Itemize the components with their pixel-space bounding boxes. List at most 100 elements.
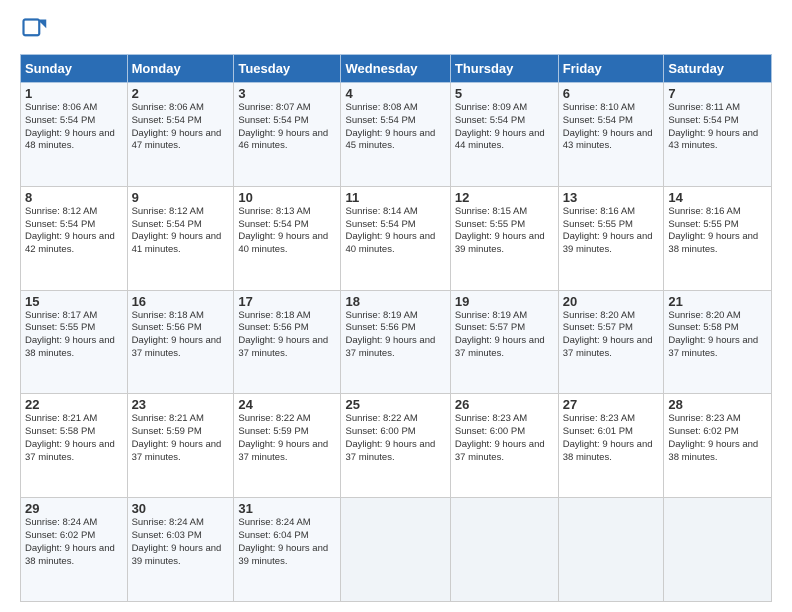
- day-number: 19: [455, 294, 554, 309]
- calendar-cell: 26 Sunrise: 8:23 AMSunset: 6:00 PMDaylig…: [450, 394, 558, 498]
- calendar-table: SundayMondayTuesdayWednesdayThursdayFrid…: [20, 54, 772, 602]
- day-info: Sunrise: 8:17 AMSunset: 5:55 PMDaylight:…: [25, 310, 115, 359]
- day-info: Sunrise: 8:10 AMSunset: 5:54 PMDaylight:…: [563, 102, 653, 151]
- calendar-cell: 2 Sunrise: 8:06 AMSunset: 5:54 PMDayligh…: [127, 83, 234, 187]
- calendar-cell: 27 Sunrise: 8:23 AMSunset: 6:01 PMDaylig…: [558, 394, 664, 498]
- day-info: Sunrise: 8:12 AMSunset: 5:54 PMDaylight:…: [132, 206, 222, 255]
- calendar-cell: 9 Sunrise: 8:12 AMSunset: 5:54 PMDayligh…: [127, 186, 234, 290]
- calendar-cell: 20 Sunrise: 8:20 AMSunset: 5:57 PMDaylig…: [558, 290, 664, 394]
- day-info: Sunrise: 8:14 AMSunset: 5:54 PMDaylight:…: [345, 206, 435, 255]
- day-number: 17: [238, 294, 336, 309]
- day-number: 16: [132, 294, 230, 309]
- calendar-cell: 17 Sunrise: 8:18 AMSunset: 5:56 PMDaylig…: [234, 290, 341, 394]
- calendar-week-3: 15 Sunrise: 8:17 AMSunset: 5:55 PMDaylig…: [21, 290, 772, 394]
- calendar-cell: 15 Sunrise: 8:17 AMSunset: 5:55 PMDaylig…: [21, 290, 128, 394]
- calendar-cell: 4 Sunrise: 8:08 AMSunset: 5:54 PMDayligh…: [341, 83, 450, 187]
- day-number: 3: [238, 86, 336, 101]
- calendar-cell: 18 Sunrise: 8:19 AMSunset: 5:56 PMDaylig…: [341, 290, 450, 394]
- calendar-cell: 11 Sunrise: 8:14 AMSunset: 5:54 PMDaylig…: [341, 186, 450, 290]
- day-header-thursday: Thursday: [450, 55, 558, 83]
- day-header-wednesday: Wednesday: [341, 55, 450, 83]
- day-info: Sunrise: 8:07 AMSunset: 5:54 PMDaylight:…: [238, 102, 328, 151]
- day-number: 30: [132, 501, 230, 516]
- day-info: Sunrise: 8:15 AMSunset: 5:55 PMDaylight:…: [455, 206, 545, 255]
- day-number: 11: [345, 190, 445, 205]
- calendar-cell: 8 Sunrise: 8:12 AMSunset: 5:54 PMDayligh…: [21, 186, 128, 290]
- day-number: 9: [132, 190, 230, 205]
- day-number: 25: [345, 397, 445, 412]
- day-info: Sunrise: 8:20 AMSunset: 5:58 PMDaylight:…: [668, 310, 758, 359]
- calendar-cell: 10 Sunrise: 8:13 AMSunset: 5:54 PMDaylig…: [234, 186, 341, 290]
- day-number: 23: [132, 397, 230, 412]
- day-number: 12: [455, 190, 554, 205]
- day-number: 28: [668, 397, 767, 412]
- calendar-week-2: 8 Sunrise: 8:12 AMSunset: 5:54 PMDayligh…: [21, 186, 772, 290]
- calendar-cell: 30 Sunrise: 8:24 AMSunset: 6:03 PMDaylig…: [127, 498, 234, 602]
- calendar-cell: 1 Sunrise: 8:06 AMSunset: 5:54 PMDayligh…: [21, 83, 128, 187]
- calendar-cell: 7 Sunrise: 8:11 AMSunset: 5:54 PMDayligh…: [664, 83, 772, 187]
- day-number: 26: [455, 397, 554, 412]
- day-info: Sunrise: 8:24 AMSunset: 6:03 PMDaylight:…: [132, 517, 222, 566]
- calendar-cell: 6 Sunrise: 8:10 AMSunset: 5:54 PMDayligh…: [558, 83, 664, 187]
- calendar-cell: 13 Sunrise: 8:16 AMSunset: 5:55 PMDaylig…: [558, 186, 664, 290]
- day-info: Sunrise: 8:21 AMSunset: 5:58 PMDaylight:…: [25, 413, 115, 462]
- day-info: Sunrise: 8:16 AMSunset: 5:55 PMDaylight:…: [563, 206, 653, 255]
- day-header-sunday: Sunday: [21, 55, 128, 83]
- calendar-week-5: 29 Sunrise: 8:24 AMSunset: 6:02 PMDaylig…: [21, 498, 772, 602]
- calendar-week-1: 1 Sunrise: 8:06 AMSunset: 5:54 PMDayligh…: [21, 83, 772, 187]
- day-number: 2: [132, 86, 230, 101]
- day-number: 15: [25, 294, 123, 309]
- day-info: Sunrise: 8:20 AMSunset: 5:57 PMDaylight:…: [563, 310, 653, 359]
- day-number: 13: [563, 190, 660, 205]
- calendar-cell: 22 Sunrise: 8:21 AMSunset: 5:58 PMDaylig…: [21, 394, 128, 498]
- calendar-cell: 19 Sunrise: 8:19 AMSunset: 5:57 PMDaylig…: [450, 290, 558, 394]
- day-info: Sunrise: 8:23 AMSunset: 6:01 PMDaylight:…: [563, 413, 653, 462]
- day-info: Sunrise: 8:06 AMSunset: 5:54 PMDaylight:…: [25, 102, 115, 151]
- day-header-monday: Monday: [127, 55, 234, 83]
- calendar-cell: 14 Sunrise: 8:16 AMSunset: 5:55 PMDaylig…: [664, 186, 772, 290]
- page: SundayMondayTuesdayWednesdayThursdayFrid…: [0, 0, 792, 612]
- calendar-cell: 3 Sunrise: 8:07 AMSunset: 5:54 PMDayligh…: [234, 83, 341, 187]
- day-number: 18: [345, 294, 445, 309]
- calendar-cell: [341, 498, 450, 602]
- calendar-cell: 28 Sunrise: 8:23 AMSunset: 6:02 PMDaylig…: [664, 394, 772, 498]
- calendar-cell: 29 Sunrise: 8:24 AMSunset: 6:02 PMDaylig…: [21, 498, 128, 602]
- day-info: Sunrise: 8:21 AMSunset: 5:59 PMDaylight:…: [132, 413, 222, 462]
- day-number: 10: [238, 190, 336, 205]
- calendar-week-4: 22 Sunrise: 8:21 AMSunset: 5:58 PMDaylig…: [21, 394, 772, 498]
- calendar-cell: [664, 498, 772, 602]
- calendar-cell: 12 Sunrise: 8:15 AMSunset: 5:55 PMDaylig…: [450, 186, 558, 290]
- calendar-cell: 5 Sunrise: 8:09 AMSunset: 5:54 PMDayligh…: [450, 83, 558, 187]
- calendar-body: 1 Sunrise: 8:06 AMSunset: 5:54 PMDayligh…: [21, 83, 772, 602]
- day-info: Sunrise: 8:06 AMSunset: 5:54 PMDaylight:…: [132, 102, 222, 151]
- day-number: 27: [563, 397, 660, 412]
- header: [20, 16, 772, 44]
- day-number: 29: [25, 501, 123, 516]
- day-number: 4: [345, 86, 445, 101]
- calendar-cell: 31 Sunrise: 8:24 AMSunset: 6:04 PMDaylig…: [234, 498, 341, 602]
- day-number: 22: [25, 397, 123, 412]
- day-header-saturday: Saturday: [664, 55, 772, 83]
- calendar-cell: [558, 498, 664, 602]
- day-info: Sunrise: 8:09 AMSunset: 5:54 PMDaylight:…: [455, 102, 545, 151]
- calendar-cell: 21 Sunrise: 8:20 AMSunset: 5:58 PMDaylig…: [664, 290, 772, 394]
- calendar-cell: 25 Sunrise: 8:22 AMSunset: 6:00 PMDaylig…: [341, 394, 450, 498]
- calendar-cell: [450, 498, 558, 602]
- day-number: 31: [238, 501, 336, 516]
- calendar-header: SundayMondayTuesdayWednesdayThursdayFrid…: [21, 55, 772, 83]
- day-info: Sunrise: 8:24 AMSunset: 6:02 PMDaylight:…: [25, 517, 115, 566]
- day-header-friday: Friday: [558, 55, 664, 83]
- day-info: Sunrise: 8:22 AMSunset: 6:00 PMDaylight:…: [345, 413, 435, 462]
- day-info: Sunrise: 8:19 AMSunset: 5:57 PMDaylight:…: [455, 310, 545, 359]
- day-number: 21: [668, 294, 767, 309]
- logo-icon: [20, 16, 48, 44]
- day-info: Sunrise: 8:16 AMSunset: 5:55 PMDaylight:…: [668, 206, 758, 255]
- day-info: Sunrise: 8:12 AMSunset: 5:54 PMDaylight:…: [25, 206, 115, 255]
- day-number: 14: [668, 190, 767, 205]
- logo: [20, 16, 52, 44]
- day-info: Sunrise: 8:22 AMSunset: 5:59 PMDaylight:…: [238, 413, 328, 462]
- header-row: SundayMondayTuesdayWednesdayThursdayFrid…: [21, 55, 772, 83]
- day-info: Sunrise: 8:19 AMSunset: 5:56 PMDaylight:…: [345, 310, 435, 359]
- day-number: 8: [25, 190, 123, 205]
- day-number: 6: [563, 86, 660, 101]
